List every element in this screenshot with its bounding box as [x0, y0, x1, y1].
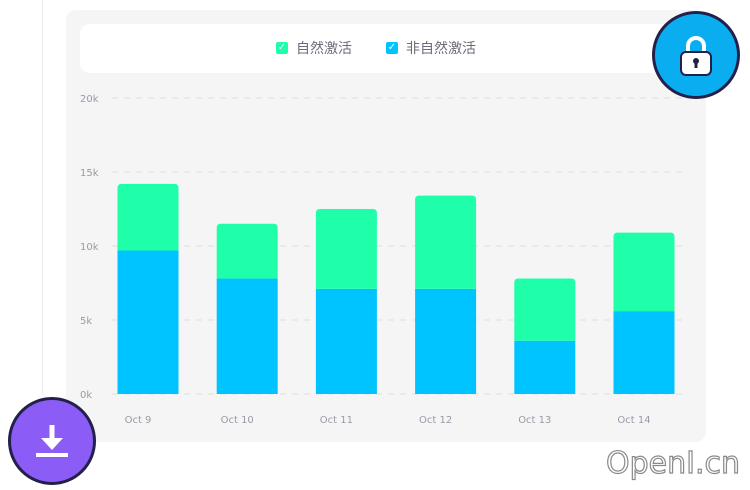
x-tick-label: Oct 12: [419, 415, 452, 426]
download-icon: [36, 425, 68, 457]
bar-segment: [117, 183, 179, 251]
lock-icon: [680, 36, 712, 76]
lock-button[interactable]: [652, 11, 740, 99]
bar-segment: [613, 311, 675, 394]
bar-segment: [117, 250, 179, 394]
bar-segment: [216, 278, 278, 394]
x-tick-label: Oct 13: [518, 415, 551, 426]
bar-chart: 0k 5k 10k 15k 20k Oct 9 Oct 10 Oct 11 Oct 12 Oct …: [80, 94, 688, 426]
bar-segment: [415, 288, 477, 394]
y-tick-label: 0k: [80, 390, 92, 401]
bar-segment: [315, 288, 377, 394]
x-tick-label: Oct 9: [125, 415, 152, 426]
x-tick-label: Oct 11: [320, 415, 353, 426]
y-tick-label: 5k: [80, 316, 92, 327]
bar-segment: [216, 223, 278, 279]
bar-segment: [514, 340, 576, 394]
y-tick-label: 10k: [80, 242, 99, 253]
bar-segment: [315, 209, 377, 289]
bar-segment: [514, 278, 576, 341]
download-button[interactable]: [8, 397, 96, 485]
watermark-logo: OpenI.cn: [605, 445, 741, 481]
x-tick-label: Oct 14: [617, 415, 650, 426]
y-tick-label: 15k: [80, 168, 99, 179]
bar-segment: [613, 232, 675, 312]
y-tick-label: 20k: [80, 94, 99, 105]
bar-segment: [415, 195, 477, 289]
x-tick-label: Oct 10: [221, 415, 254, 426]
